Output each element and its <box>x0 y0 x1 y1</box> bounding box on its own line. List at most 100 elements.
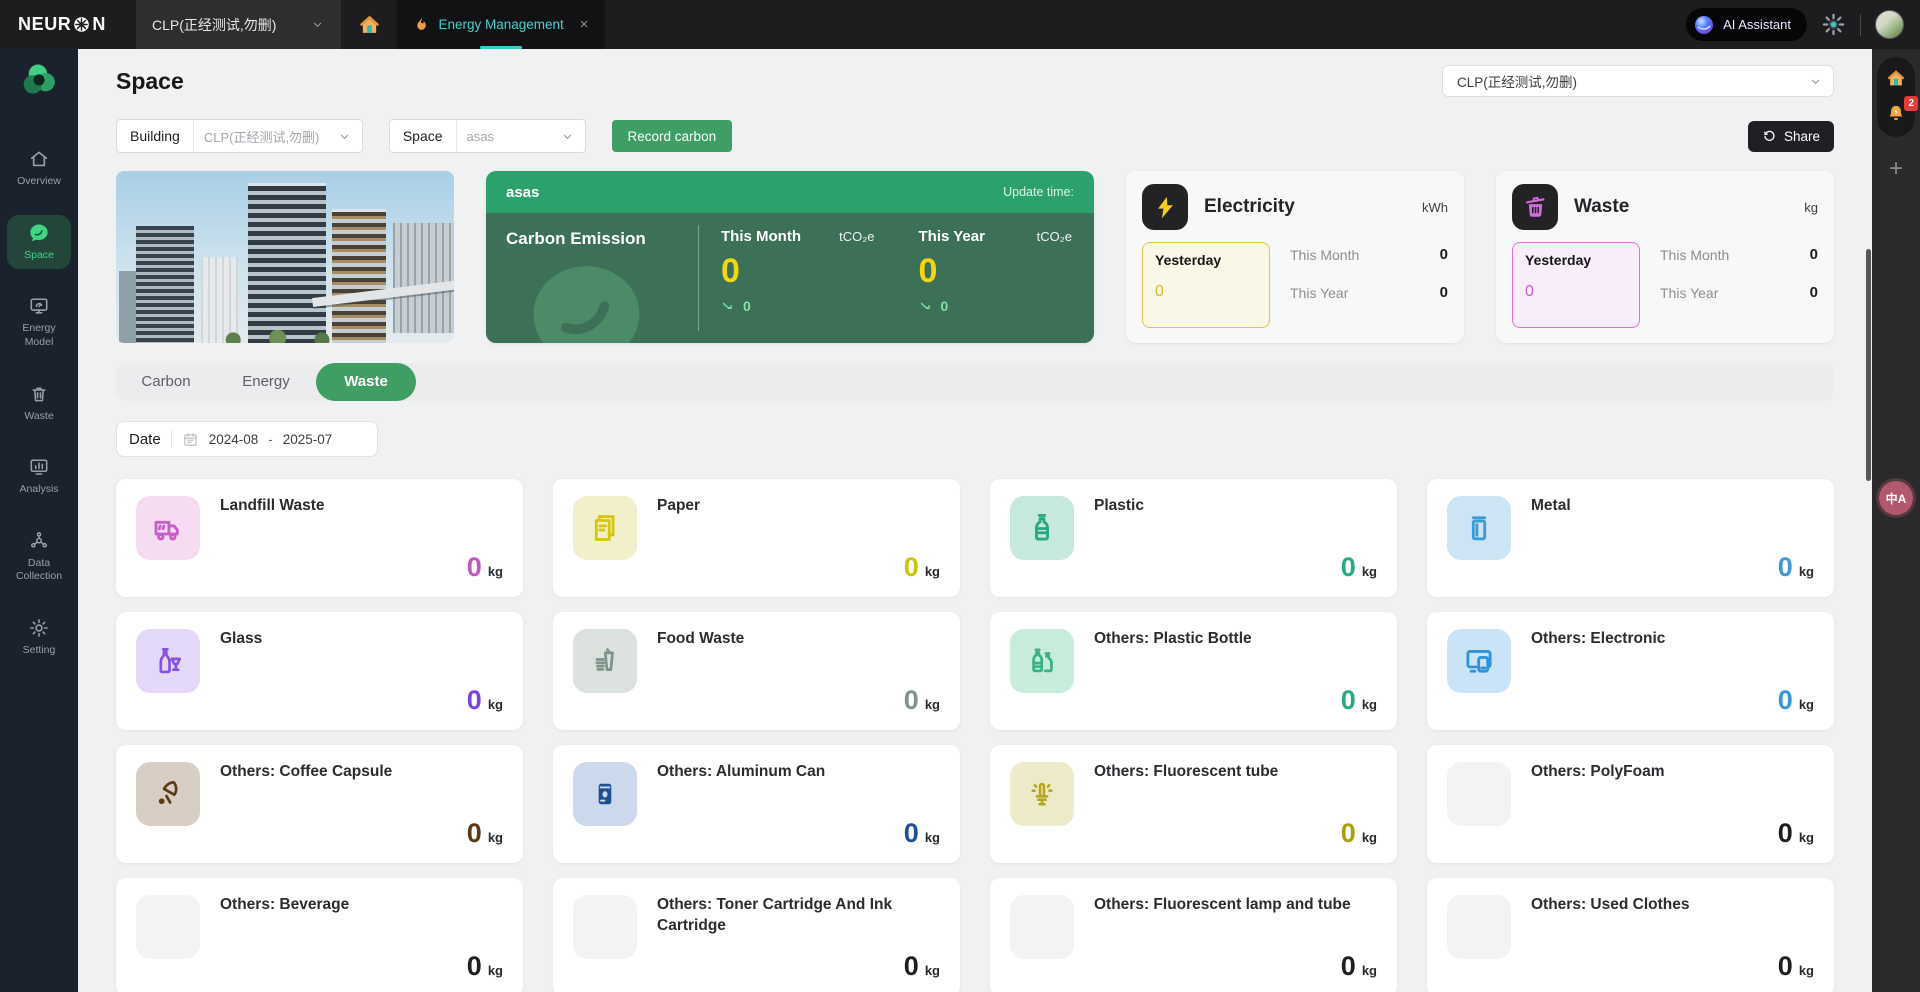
waste-card[interactable]: Others: Electronic 0kg <box>1427 612 1834 730</box>
waste-card[interactable]: Plastic 0kg <box>990 479 1397 597</box>
electricity-unit: kWh <box>1422 200 1448 215</box>
waste-value: 0 <box>467 951 482 982</box>
waste-card[interactable]: Others: Aluminum Can 0kg <box>553 745 960 863</box>
waste-card[interactable]: Paper 0kg <box>553 479 960 597</box>
main-content: Space CLP(正经测试,勿删) Building CLP(正经测试,勿删)… <box>78 49 1872 992</box>
top-bar: NEUR N CLP(正经测试,勿删) Energy Management × … <box>0 0 1920 49</box>
carbon-card-header: asas Update time: <box>486 171 1094 213</box>
food-waste-icon <box>587 643 623 679</box>
settings-gear-icon[interactable] <box>1821 12 1846 37</box>
waste-value: 0 <box>904 818 919 849</box>
home-icon[interactable] <box>1885 67 1907 89</box>
space-select[interactable]: Space asas <box>389 119 586 153</box>
update-time-label: Update time: <box>1003 185 1074 199</box>
carbon-card-body: Carbon Emission This Month tCO₂e 0 0 <box>486 213 1094 343</box>
waste-unit: kg <box>1804 200 1818 215</box>
waste-value: 0 <box>467 818 482 849</box>
tab-waste[interactable]: Waste <box>316 363 416 401</box>
sidebar-item-data-collection[interactable]: Data Collection <box>7 523 71 591</box>
share-label: Share <box>1784 129 1820 144</box>
hub-icon <box>28 530 50 552</box>
waste-card[interactable]: Others: Beverage 0kg <box>116 878 523 992</box>
waste-card[interactable]: Others: Fluorescent tube 0kg <box>990 745 1397 863</box>
notification-badge: 2 <box>1904 96 1918 111</box>
space-label: Space <box>390 120 457 152</box>
add-button[interactable]: + <box>1889 155 1903 183</box>
tab-energy[interactable]: Energy <box>216 363 316 401</box>
waste-value: 0 <box>1778 552 1793 583</box>
date-range-picker[interactable]: Date 2024-08 - 2025-07 <box>116 421 378 457</box>
sidebar-item-space[interactable]: Space <box>7 215 71 270</box>
waste-value: 0 <box>904 685 919 716</box>
sidebar-item-waste[interactable]: Waste <box>7 376 71 431</box>
sidebar-item-setting[interactable]: Setting <box>7 610 71 665</box>
waste-card[interactable]: Landfill Waste 0kg <box>116 479 523 597</box>
waste-card[interactable]: Others: Plastic Bottle 0kg <box>990 612 1397 730</box>
chevron-down-icon <box>560 129 575 144</box>
waste-card[interactable]: Food Waste 0kg <box>553 612 960 730</box>
carbon-emission-card: asas Update time: Carbon Emission This M… <box>486 171 1094 343</box>
org-selector-value: CLP(正经测试,勿删) <box>152 15 276 35</box>
sidebar-nav: Overview Space Energy Model Waste Analys… <box>0 141 78 684</box>
waste-card[interactable]: Others: Used Clothes 0kg <box>1427 878 1834 992</box>
building-select[interactable]: Building CLP(正经测试,勿删) <box>116 119 363 153</box>
sidebar-item-energy-model[interactable]: Energy Model <box>7 288 71 356</box>
share-button[interactable]: Share <box>1748 121 1834 152</box>
translate-button[interactable]: 中A <box>1879 481 1913 515</box>
waste-card[interactable]: Others: Coffee Capsule 0kg <box>116 745 523 863</box>
logo-text-left: NEUR <box>18 14 71 35</box>
date-filter-row: Date 2024-08 - 2025-07 <box>116 421 1834 457</box>
org-selector[interactable]: CLP(正经测试,勿删) <box>136 0 341 49</box>
plastic-bottle-icon <box>1024 510 1060 546</box>
chevron-down-icon <box>1808 74 1823 89</box>
waste-value: 0 <box>904 951 919 982</box>
waste-this-month-row: This Month 0 <box>1660 246 1818 263</box>
glass-bottle-icon <box>150 643 186 679</box>
metal-can-icon <box>1461 510 1497 546</box>
sidebar-item-overview[interactable]: Overview <box>7 141 71 196</box>
topbar-right: AI Assistant <box>1686 8 1920 41</box>
content-tabs: Carbon Energy Waste <box>116 363 1834 401</box>
ai-sphere-icon <box>1694 15 1714 35</box>
waste-card[interactable]: Others: Fluorescent lamp and tube 0kg <box>990 878 1397 992</box>
home-tab[interactable] <box>341 0 397 49</box>
notifications-button[interactable]: 2 <box>1885 103 1907 125</box>
waste-card[interactable]: Metal 0kg <box>1427 479 1834 597</box>
trash-bin-icon <box>28 383 50 405</box>
electricity-yesterday-box[interactable]: Yesterday 0 <box>1142 242 1270 328</box>
waste-card-icon-tile <box>1010 895 1074 959</box>
tab-carbon[interactable]: Carbon <box>116 363 216 401</box>
electricity-this-month-row: This Month 0 <box>1290 246 1448 263</box>
record-carbon-button[interactable]: Record carbon <box>612 120 733 152</box>
waste-card-icon-tile <box>1010 762 1074 826</box>
waste-value: 0 <box>467 552 482 583</box>
org-select-value: CLP(正经测试,勿删) <box>1457 71 1577 91</box>
waste-card[interactable]: Others: Toner Cartridge And Ink Cartridg… <box>553 878 960 992</box>
scrollbar-thumb[interactable] <box>1866 249 1871 481</box>
electricity-card: Electricity kWh Yesterday 0 This Month 0… <box>1126 171 1464 343</box>
user-avatar[interactable] <box>1875 10 1904 39</box>
ai-assistant-button[interactable]: AI Assistant <box>1686 8 1807 41</box>
carbon-month-value: 0 <box>721 254 875 288</box>
org-select[interactable]: CLP(正经测试,勿删) <box>1442 65 1834 97</box>
electricity-this-year-row: This Year 0 <box>1290 284 1448 301</box>
unit-tco2e: tCO₂e <box>1037 229 1072 244</box>
waste-icon-tile <box>1512 184 1558 230</box>
waste-value: 0 <box>1778 685 1793 716</box>
calendar-icon <box>182 431 199 448</box>
sidebar-item-analysis[interactable]: Analysis <box>7 449 71 504</box>
waste-card[interactable]: Others: PolyFoam 0kg <box>1427 745 1834 863</box>
right-rail: 2 + 中A <box>1872 49 1920 992</box>
home-icon <box>357 12 382 37</box>
waste-yesterday-box[interactable]: Yesterday 0 <box>1512 242 1640 328</box>
waste-card-icon-tile <box>1447 496 1511 560</box>
waste-card-icon-tile <box>136 629 200 693</box>
tab-energy-management[interactable]: Energy Management × <box>397 0 604 49</box>
waste-card[interactable]: Glass 0kg <box>116 612 523 730</box>
waste-card-icon-tile <box>1447 629 1511 693</box>
electricity-yesterday-value: 0 <box>1155 283 1257 301</box>
waste-value: 0 <box>1341 685 1356 716</box>
waste-card-icon-tile <box>1010 496 1074 560</box>
close-icon[interactable]: × <box>580 16 589 33</box>
tab-label: Energy Management <box>438 17 563 32</box>
